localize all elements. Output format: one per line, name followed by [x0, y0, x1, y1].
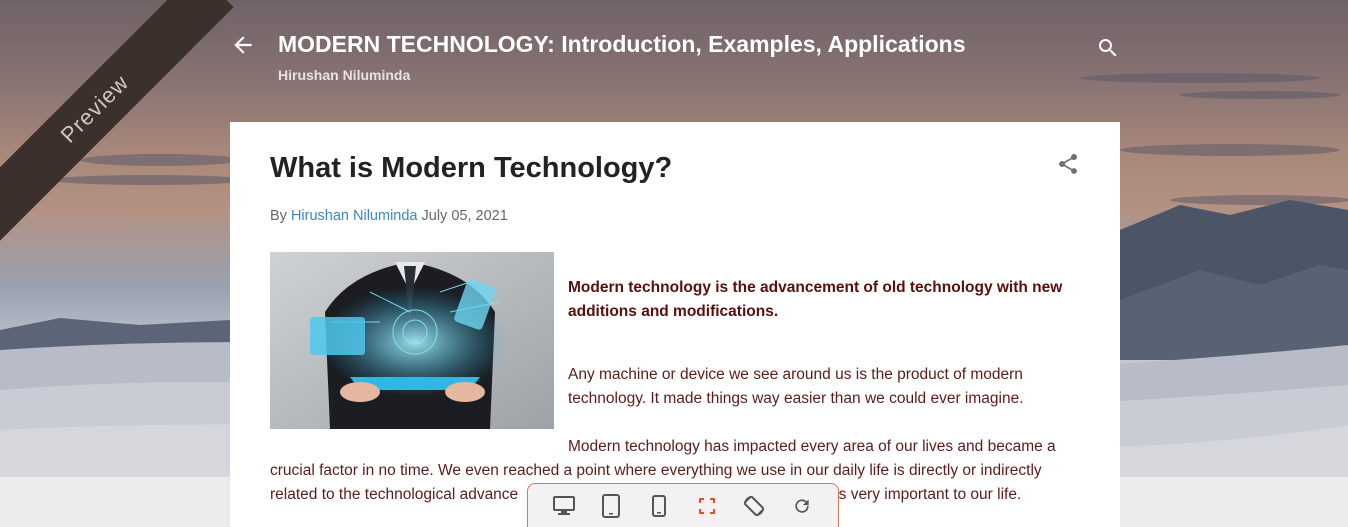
post-image-businessman-tablet[interactable]	[270, 252, 554, 429]
rotate-icon[interactable]	[740, 492, 768, 520]
paragraph-2-line-1: Modern technology has impacted every are…	[568, 438, 1056, 455]
intro-bold-text: Modern technology is the advancement of …	[568, 279, 1063, 320]
preview-ribbon: Preview	[0, 0, 260, 260]
back-arrow-icon[interactable]	[230, 32, 256, 58]
blog-title[interactable]: MODERN TECHNOLOGY: Introduction, Example…	[278, 31, 965, 58]
author-link[interactable]: Hirushan Niluminda	[291, 208, 418, 224]
post-card: What is Modern Technology? By Hirushan N…	[230, 122, 1120, 527]
paragraph-2-line-2: crucial factor in no time. We even reach…	[270, 462, 1042, 479]
post-date: July 05, 2021	[421, 208, 508, 224]
search-icon[interactable]	[1096, 36, 1120, 60]
paragraph-2-line-3b: is very important to our life.	[835, 486, 1022, 503]
blog-author: Hirushan Niluminda	[278, 67, 411, 83]
preview-device-toolbar	[527, 483, 839, 527]
share-icon[interactable]	[1056, 152, 1080, 176]
paragraph-2-line-3a: related to the technological advance	[270, 486, 519, 503]
byline-prefix: By	[270, 208, 287, 224]
fullscreen-icon[interactable]	[693, 492, 721, 520]
tablet-icon[interactable]	[597, 492, 625, 520]
post-title: What is Modern Technology?	[270, 152, 673, 184]
preview-ribbon-label: Preview	[55, 69, 134, 148]
mobile-icon[interactable]	[645, 492, 673, 520]
desktop-icon[interactable]	[550, 492, 578, 520]
paragraph-1: Any machine or device we see around us i…	[568, 366, 1024, 407]
refresh-icon[interactable]	[788, 492, 816, 520]
byline: By Hirushan Niluminda July 05, 2021	[270, 208, 508, 224]
